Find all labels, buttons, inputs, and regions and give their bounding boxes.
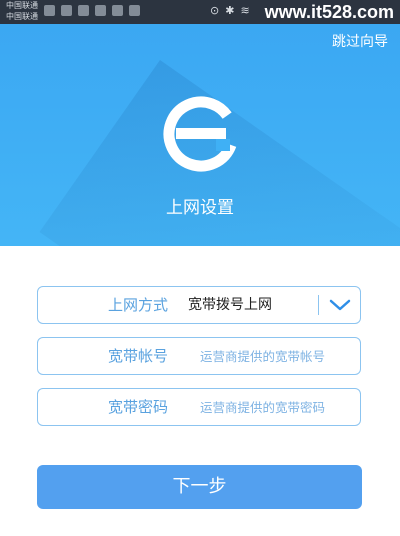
app-icon — [44, 5, 55, 16]
bluetooth-icon: ✱ — [225, 4, 235, 17]
system-icons: ⊙ ✱ ≋ — [210, 4, 250, 18]
next-step-button[interactable]: 下一步 — [37, 465, 362, 509]
connection-type-value: 宽带拨号上网 — [188, 297, 272, 313]
notification-icons — [44, 5, 140, 16]
status-bar: 中国联通 中国联通 ⊙ ✱ ≋ www.it528.com — [0, 0, 400, 24]
app-icon — [95, 5, 106, 16]
account-label: 宽带帐号 — [107, 347, 168, 365]
heart-icon — [78, 5, 89, 16]
wifi-icon: ≋ — [240, 4, 250, 17]
location-icon: ⊙ — [210, 4, 220, 17]
watermark-text: www.it528.com — [264, 2, 394, 22]
carrier-label: 中国联通 — [6, 1, 38, 10]
account-input[interactable] — [200, 344, 350, 368]
page-title: 上网设置 — [166, 198, 234, 218]
e-logo-icon — [163, 96, 239, 172]
password-input[interactable] — [200, 395, 350, 419]
header-banner: 中国联通 中国联通 ⊙ ✱ ≋ www.it528.com 跳过向导 上网设置 — [0, 0, 400, 246]
account-row: 宽带帐号 — [37, 337, 361, 375]
password-row: 宽带密码 — [37, 388, 361, 426]
skip-wizard-link[interactable]: 跳过向导 — [332, 33, 388, 51]
connection-type-label: 上网方式 — [107, 296, 168, 314]
connection-type-row[interactable]: 上网方式 宽带拨号上网 — [37, 286, 361, 324]
carrier-label-secondary: 中国联通 — [6, 12, 38, 21]
app-icon — [129, 5, 140, 16]
app-icon — [112, 5, 123, 16]
password-label: 宽带密码 — [107, 398, 168, 416]
chevron-down-icon[interactable] — [324, 291, 356, 319]
app-icon — [61, 5, 72, 16]
dropdown-divider — [318, 295, 319, 315]
